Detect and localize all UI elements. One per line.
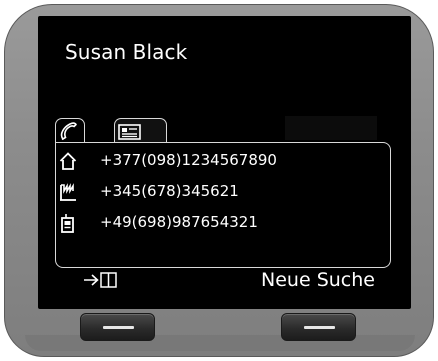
office-building-icon: [60, 183, 76, 201]
contact-name: Susan Black: [65, 40, 188, 64]
contact-card-icon: [118, 124, 141, 140]
phone-handset-icon: [60, 122, 77, 141]
number-mobile: +49(698)987654321: [100, 213, 258, 231]
softkey-neue-suche[interactable]: Neue Suche: [261, 269, 375, 291]
number-home: +377(098)1234567890: [100, 151, 277, 169]
screen-dim-area: [285, 116, 377, 140]
number-office: +345(678)345621: [100, 182, 239, 200]
arrow-to-phonebook-icon: [84, 272, 117, 288]
mobile-phone-icon: [61, 214, 74, 233]
right-softkey-bar: [304, 326, 335, 329]
softkey-left-phonebook[interactable]: [82, 269, 142, 291]
left-softkey-button[interactable]: [80, 313, 155, 341]
left-softkey-bar: [103, 326, 134, 329]
home-icon: [59, 152, 77, 170]
right-softkey-button[interactable]: [281, 313, 356, 341]
tab-contact-card[interactable]: [114, 118, 167, 143]
display-screen: Susan Black +377(098)1234567890 +345(678…: [38, 16, 411, 309]
tab-phone-numbers[interactable]: [55, 118, 85, 143]
